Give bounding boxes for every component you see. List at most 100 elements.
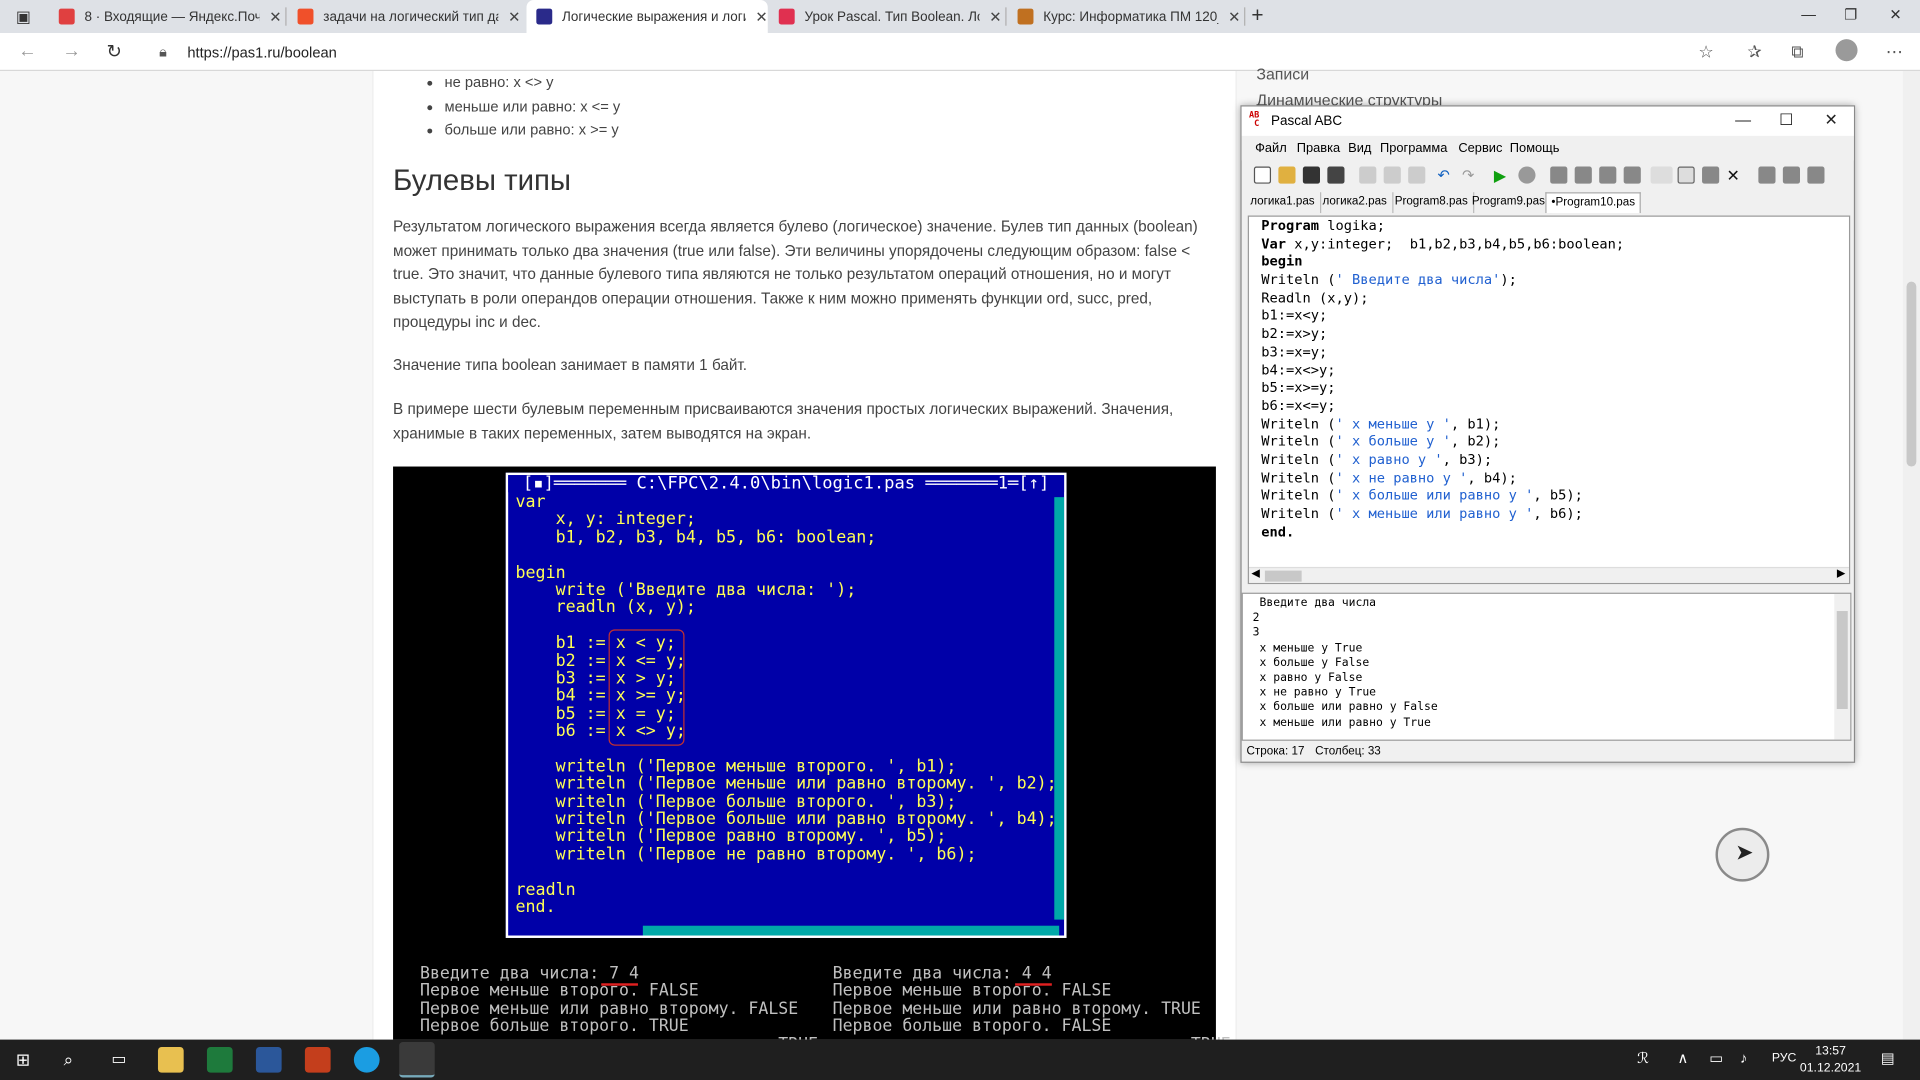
step-into-icon[interactable]	[1574, 166, 1592, 184]
save-all-icon[interactable]	[1327, 166, 1345, 184]
people-icon[interactable]: ℛ	[1637, 1049, 1649, 1066]
notifications-icon[interactable]: ▤	[1881, 1049, 1895, 1066]
more-icon[interactable]: ⋯	[1886, 42, 1903, 63]
scroll-right-icon[interactable]: ▶	[1837, 567, 1845, 580]
scroll-thumb[interactable]	[1836, 611, 1848, 709]
code-line: b2:=x>y;	[1261, 326, 1624, 344]
browser-tab[interactable]: 8 · Входящие — Яндекс.Почта ✕	[49, 0, 282, 33]
tools-icon[interactable]	[1807, 166, 1825, 184]
volume-icon[interactable]: ♪	[1740, 1049, 1747, 1066]
search-icon[interactable]: ⌕	[64, 1049, 74, 1070]
scroll-thumb[interactable]	[1264, 570, 1302, 582]
browser-tab[interactable]: Урок Pascal. Тип Boolean. Логи ✕	[769, 0, 1002, 33]
menu-service[interactable]: Сервис	[1458, 141, 1502, 156]
debug-icon[interactable]	[1702, 166, 1720, 184]
menu-view[interactable]: Вид	[1348, 141, 1371, 156]
window-icon[interactable]	[1677, 166, 1695, 184]
collections-icon[interactable]: ⧉	[1791, 42, 1803, 63]
pascal-toolbar: ↶ ↷ ▶ ✕	[1242, 162, 1854, 191]
url-field[interactable]: 🔒︎ https://pas1.ru/boolean	[144, 37, 1737, 67]
tab-close-icon[interactable]: ✕	[989, 8, 1001, 25]
explorer-icon[interactable]	[157, 1046, 184, 1073]
tab-close-icon[interactable]: ✕	[508, 8, 520, 25]
pascal-maximize-icon[interactable]: ☐	[1779, 110, 1793, 130]
format-icon[interactable]	[1758, 166, 1776, 184]
options-icon[interactable]	[1782, 166, 1801, 184]
new-file-icon[interactable]	[1253, 166, 1272, 184]
file-tab[interactable]: Program9.pas	[1467, 192, 1552, 214]
run-icon[interactable]: ▶	[1494, 167, 1511, 185]
taskbar: ⊞ ⌕ ▭ ℛ ∧ ▭ ♪ РУС 13:57 01.12.2021 ▤	[0, 1039, 1920, 1080]
restore-icon[interactable]: ❐	[1844, 6, 1857, 23]
forward-icon[interactable]: →	[62, 40, 80, 61]
profile-avatar[interactable]	[1835, 39, 1858, 62]
code-line: b5:=x>=y;	[1261, 380, 1624, 398]
minimize-icon[interactable]: —	[1801, 6, 1816, 23]
tab-close-icon[interactable]: ✕	[269, 8, 281, 25]
compile-icon[interactable]	[1518, 166, 1536, 184]
output-scrollbar[interactable]	[1834, 593, 1851, 740]
back-icon[interactable]: ←	[18, 40, 36, 61]
scroll-left-icon[interactable]: ◀	[1251, 567, 1259, 580]
save-icon[interactable]	[1302, 166, 1321, 184]
refresh-icon[interactable]: ↻	[107, 40, 122, 63]
pascal-minimize-icon[interactable]: —	[1735, 110, 1751, 128]
step-over-icon[interactable]	[1550, 166, 1568, 184]
network-icon[interactable]: ▭	[1709, 1049, 1723, 1066]
scroll-thumb[interactable]	[1906, 281, 1917, 467]
favorites-icon[interactable]: ✰	[1747, 42, 1761, 63]
copy-icon[interactable]	[1383, 166, 1401, 184]
excel-icon[interactable]	[206, 1046, 233, 1073]
pascal-close-icon[interactable]: ✕	[1824, 110, 1837, 130]
dos-code-line	[516, 740, 1057, 758]
browser-tab[interactable]: задачи на логический тип данн ✕	[288, 0, 520, 33]
underline	[601, 983, 638, 986]
menu-file[interactable]: Файл	[1255, 141, 1287, 156]
browser-tab[interactable]: Курс: Информатика ПМ 120_2 ✕	[1008, 0, 1240, 33]
output-pane[interactable]: Введите два числа 2 3 x меньше y True x …	[1241, 592, 1852, 741]
pascal-abc-window: AB C Pascal ABC — ☐ ✕ Файл Правка Вид Пр…	[1240, 105, 1856, 763]
menu-help[interactable]: Помощь	[1510, 141, 1560, 156]
step-out-icon[interactable]	[1599, 166, 1617, 184]
tray-expand-icon[interactable]: ∧	[1678, 1049, 1689, 1066]
word-icon[interactable]	[255, 1046, 282, 1073]
menu-program[interactable]: Программа	[1380, 141, 1447, 156]
menu-edit[interactable]: Правка	[1297, 141, 1340, 156]
pascal-taskbar-icon[interactable]	[399, 1042, 435, 1078]
code-text: , b6);	[1533, 505, 1583, 522]
open-file-icon[interactable]	[1278, 166, 1296, 184]
browser-tab[interactable]: Логические выражения и логи ✕	[526, 0, 768, 34]
file-tab-active[interactable]: •Program10.pas	[1545, 192, 1642, 214]
code-editor[interactable]: Program logika; Var x,y:integer; b1,b2,b3…	[1247, 215, 1851, 585]
tab-close-icon[interactable]: ✕	[1228, 8, 1240, 25]
edge-icon[interactable]	[353, 1046, 380, 1073]
code-text: , b3);	[1442, 451, 1493, 468]
watch-icon[interactable]	[1623, 166, 1641, 184]
clock[interactable]: 13:57 01.12.2021	[1800, 1043, 1861, 1077]
add-favorite-icon[interactable]: ☆	[1698, 42, 1713, 63]
file-tab[interactable]: логика2.pas	[1318, 192, 1393, 214]
dos-code-line: readln	[515, 879, 576, 900]
sidebar-link[interactable]: Записи	[1256, 65, 1309, 83]
code-text: , b4);	[1467, 469, 1517, 486]
powerpoint-icon[interactable]	[304, 1046, 331, 1073]
editor-hscrollbar[interactable]: ◀ ▶	[1248, 566, 1849, 583]
cut-icon[interactable]	[1359, 166, 1377, 184]
redo-icon[interactable]: ↷	[1462, 167, 1479, 184]
stop-icon[interactable]: ✕	[1727, 167, 1744, 185]
task-view-icon[interactable]: ▭	[111, 1049, 126, 1069]
file-tab[interactable]: логика1.pas	[1245, 192, 1321, 214]
clock-time: 13:57	[1815, 1044, 1846, 1058]
tab-close-icon[interactable]: ✕	[755, 8, 767, 25]
close-window-icon[interactable]: ✕	[1889, 6, 1901, 23]
code-text: , b2);	[1450, 433, 1501, 450]
paste-icon[interactable]	[1408, 166, 1426, 184]
page-scrollbar[interactable]	[1902, 71, 1920, 1040]
file-tab[interactable]: Program8.pas	[1390, 192, 1474, 214]
undo-icon[interactable]: ↶	[1438, 167, 1455, 184]
tab-actions-icon[interactable]: ▣	[16, 7, 31, 27]
output-toggle-icon[interactable]	[1650, 166, 1673, 184]
start-icon[interactable]: ⊞	[16, 1049, 30, 1070]
new-tab-icon[interactable]: +	[1251, 4, 1263, 28]
language-indicator[interactable]: РУС	[1772, 1052, 1797, 1065]
